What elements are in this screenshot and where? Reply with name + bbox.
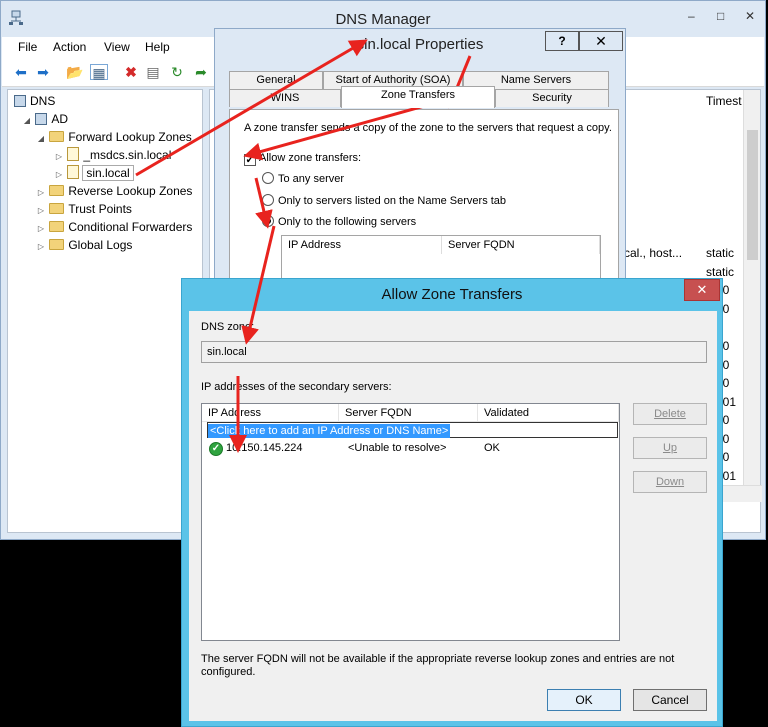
delete-icon[interactable]: ✖ [122, 64, 140, 80]
validated-check-icon: ✓ [209, 442, 223, 456]
zone-properties-dialog: sin.local Properties ? ✕ General Start o… [214, 28, 626, 295]
tab-general[interactable]: General [229, 71, 323, 89]
dialog-title: Allow Zone Transfers [381, 286, 523, 303]
tree-item-dns[interactable]: DNS [14, 92, 55, 110]
record-data-cell: cal., host... [624, 246, 683, 260]
maximize-button[interactable]: □ [708, 7, 734, 25]
show-tree-icon[interactable]: ▦ [90, 64, 108, 81]
minimize-button[interactable]: – [678, 7, 704, 25]
up-button[interactable]: Up [633, 437, 707, 459]
allow-zone-transfers-dialog: Allow Zone Transfers ✕ DNS zone: sin.loc… [181, 278, 723, 727]
column-header-validated[interactable]: Validated [478, 404, 619, 422]
close-button[interactable]: ✕ [684, 279, 720, 301]
cancel-button[interactable]: Cancel [633, 689, 707, 711]
radio-any-server[interactable]: To any server [262, 172, 344, 185]
radio-selected-icon [262, 215, 274, 227]
tab-wins[interactable]: WINS [229, 89, 341, 107]
radio-following-servers[interactable]: Only to the following servers [262, 215, 416, 228]
zone-icon [67, 147, 80, 161]
column-header-fqdn[interactable]: Server FQDN [442, 236, 600, 254]
zone-transfer-description: A zone transfer sends a copy of the zone… [244, 122, 612, 134]
tree-item-conditional-forwarders[interactable]: ▷ Conditional Forwarders [36, 218, 192, 236]
down-button[interactable]: Down [633, 471, 707, 493]
tree-item-trust-points[interactable]: ▷ Trust Points [36, 200, 132, 218]
folder-icon [49, 131, 65, 142]
tree-item-sin-local[interactable]: ▷ sin.local [54, 164, 134, 182]
allow-zone-transfers-checkbox[interactable]: ✓ Allow zone transfers: [244, 152, 361, 166]
tree-item-global-logs[interactable]: ▷ Global Logs [36, 236, 132, 254]
delete-button[interactable]: Delete [633, 403, 707, 425]
column-header-ip[interactable]: IP Address [202, 404, 339, 422]
fqdn-note: The server FQDN will not be available if… [201, 653, 675, 678]
tab-zone-transfers[interactable]: Zone Transfers [341, 86, 495, 108]
collapse-icon[interactable]: ◢ [36, 130, 46, 148]
refresh-icon[interactable]: ↻ [168, 64, 186, 80]
export-icon[interactable]: ➦ [192, 64, 210, 80]
tree-item-forward-zones[interactable]: ◢ Forward Lookup Zones [36, 128, 192, 146]
menu-action[interactable]: Action [53, 40, 86, 54]
collapse-icon[interactable]: ◢ [22, 112, 32, 130]
folder-icon [49, 221, 65, 232]
checkmark-icon: ✓ [244, 154, 256, 166]
radio-name-servers-only[interactable]: Only to servers listed on the Name Serve… [262, 194, 506, 207]
entry-validated: OK [484, 442, 500, 454]
back-arrow-icon[interactable]: ⬅ [12, 64, 30, 80]
close-button[interactable]: ✕ [579, 31, 623, 51]
window-controls: – □ ✕ [678, 7, 763, 25]
up-folder-icon[interactable]: 📂 [66, 64, 84, 80]
ip-address-list: IP Address Server FQDN Validated <Click … [201, 403, 620, 641]
timestamp-cell: static [706, 265, 735, 279]
help-button[interactable]: ? [545, 31, 579, 51]
menu-view[interactable]: View [104, 40, 130, 54]
tab-security[interactable]: Security [495, 89, 609, 107]
entry-fqdn: <Unable to resolve> [348, 442, 447, 454]
vertical-scrollbar[interactable] [743, 90, 760, 486]
column-header-timestamp[interactable]: Timest [706, 94, 742, 108]
folder-icon [49, 203, 65, 214]
dns-zone-field: sin.local [201, 341, 707, 363]
entry-ip[interactable]: 10.150.145.224 [226, 442, 302, 454]
folder-icon [49, 185, 65, 196]
menu-file[interactable]: File [18, 40, 37, 54]
tree-item-msdcs-zone[interactable]: ▷ _msdcs.sin.local [54, 146, 171, 164]
radio-icon [262, 172, 274, 184]
column-header-ip[interactable]: IP Address [282, 236, 442, 254]
expand-icon[interactable]: ▷ [36, 238, 46, 256]
column-header-fqdn[interactable]: Server FQDN [339, 404, 478, 422]
console-tree: DNS ◢ AD ◢ Forward Lookup Zones ▷ _msdcs… [7, 89, 203, 533]
properties-icon[interactable]: ▤ [144, 64, 162, 80]
close-window-button[interactable]: ✕ [737, 7, 763, 25]
ok-button[interactable]: OK [547, 689, 621, 711]
zone-icon [67, 165, 80, 179]
scrollbar-thumb[interactable] [747, 130, 758, 260]
menu-help[interactable]: Help [145, 40, 170, 54]
radio-icon [262, 194, 274, 206]
ip-addresses-label: IP addresses of the secondary servers: [201, 381, 392, 393]
tree-item-server[interactable]: ◢ AD [22, 110, 68, 128]
folder-icon [49, 239, 65, 250]
add-ip-input[interactable]: <Click here to add an IP Address or DNS … [207, 422, 618, 438]
timestamp-cell: static [706, 246, 735, 260]
server-icon [35, 113, 48, 125]
dns-app-icon [9, 10, 23, 25]
forward-arrow-icon[interactable]: ➡ [34, 64, 52, 80]
dialog-client-area: DNS zone: sin.local IP addresses of the … [189, 311, 717, 721]
dns-icon [14, 95, 26, 107]
tree-item-reverse-zones[interactable]: ▷ Reverse Lookup Zones [36, 182, 193, 200]
dns-zone-label: DNS zone: [201, 321, 255, 333]
